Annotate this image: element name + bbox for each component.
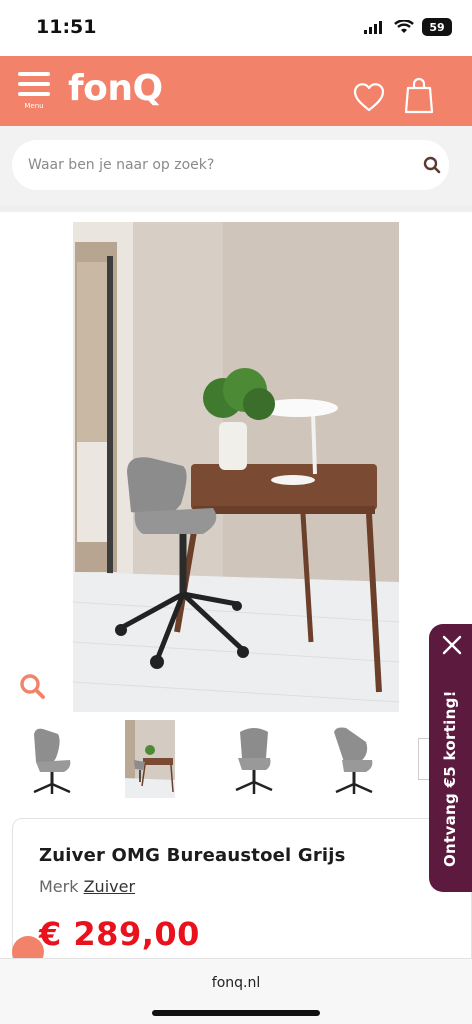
shopping-bag-icon[interactable]: [404, 76, 434, 114]
menu-button[interactable]: Menu: [18, 72, 50, 124]
brand-line: Merk Zuiver: [39, 877, 135, 896]
status-bar: 11:51 59: [0, 0, 472, 56]
menu-icon: [18, 72, 50, 76]
home-indicator: [152, 1010, 320, 1016]
search-box[interactable]: [12, 140, 449, 190]
search-bar: [0, 126, 472, 206]
thumbnail-item[interactable]: [326, 724, 382, 796]
zoom-search-icon[interactable]: [18, 672, 46, 700]
status-time: 11:51: [36, 16, 97, 38]
discount-text: Ontvang €5 korting!: [441, 690, 459, 868]
wishlist-heart-icon[interactable]: [352, 80, 386, 114]
fonq-logo[interactable]: fonQ: [68, 68, 163, 109]
status-icons: 59: [364, 18, 452, 36]
product-price: € 289,00: [39, 915, 200, 953]
thumbnail-item[interactable]: [226, 724, 282, 796]
product-title: Zuiver OMG Bureaustoel Grijs: [39, 845, 346, 866]
thumbnail-item-active[interactable]: [125, 720, 175, 798]
url-text[interactable]: fonq.nl: [0, 975, 472, 991]
close-icon[interactable]: [441, 634, 463, 656]
wifi-icon: [394, 20, 414, 33]
section-divider: [0, 206, 472, 212]
menu-icon-bar: [18, 82, 50, 86]
menu-icon-bar: [18, 92, 50, 96]
site-header: Menu fonQ: [0, 56, 472, 126]
battery-indicator: 59: [422, 18, 452, 36]
brand-link[interactable]: Zuiver: [84, 877, 135, 896]
signal-icon: [364, 21, 382, 34]
search-icon[interactable]: [423, 156, 441, 174]
product-main-image[interactable]: [73, 222, 399, 712]
menu-label: Menu: [24, 102, 44, 110]
thumbnail-strip: [0, 718, 472, 802]
brand-prefix: Merk: [39, 877, 79, 896]
page: 11:51 59 Menu fonQ Waar ben je naar op z…: [0, 0, 472, 1024]
discount-side-tab[interactable]: Ontvang €5 korting!: [429, 624, 472, 892]
search-input[interactable]: [28, 140, 408, 190]
thumbnail-item[interactable]: [24, 724, 80, 796]
